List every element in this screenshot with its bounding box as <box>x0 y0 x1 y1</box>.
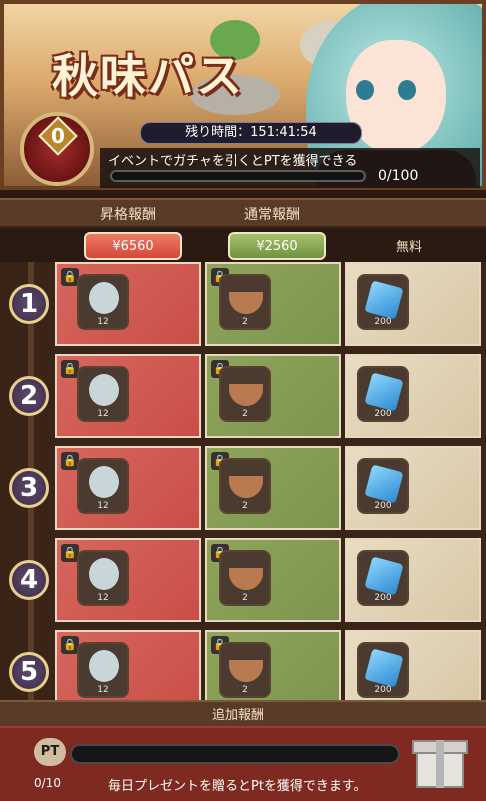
item-quantity: 12 <box>97 501 109 511</box>
normal-reward-cell[interactable]: 🔒 2 <box>205 538 341 622</box>
reward-header-bar <box>0 198 486 228</box>
item-quantity: 2 <box>242 685 248 695</box>
soup-bowl-icon: 2 <box>219 550 271 606</box>
item-quantity: 12 <box>97 593 109 603</box>
remaining-time: 残り時間：151:41:54 <box>140 122 362 144</box>
free-reward-cell[interactable]: 200 <box>345 262 481 346</box>
character-eye-left <box>356 80 374 100</box>
blue-gem-icon: 200 <box>357 274 409 330</box>
normal-price-button[interactable]: ¥2560 <box>228 232 326 260</box>
reward-row: 3 🔒 12 🔒 2 200 <box>0 446 486 536</box>
item-quantity: 2 <box>242 317 248 327</box>
level-number: 1 <box>9 284 49 324</box>
free-reward-cell[interactable]: 200 <box>345 354 481 438</box>
blue-gem-icon: 200 <box>357 642 409 698</box>
reward-row: 2 🔒 12 🔒 2 200 <box>0 354 486 444</box>
pt-progress-text: 0/100 <box>378 168 419 184</box>
bonus-reward-label: 追加報酬 <box>212 708 265 723</box>
bonus-pt-badge: PT <box>34 738 66 766</box>
premium-reward-cell[interactable]: 🔒 12 <box>55 538 201 622</box>
item-quantity: 200 <box>374 501 392 511</box>
level-number: 4 <box>9 560 49 600</box>
reward-row: 1 🔒 12 🔒 2 200 <box>0 262 486 352</box>
bonus-progress-count: 0/10 <box>34 776 61 790</box>
character-portrait-icon: 12 <box>77 366 129 422</box>
normal-reward-cell[interactable]: 🔒 2 <box>205 354 341 438</box>
battle-pass-screen: 秋味パス 0 残り時間：151:41:54 イベントでガチャを引くとPTを獲得で… <box>0 0 486 801</box>
premium-price-button[interactable]: ¥6560 <box>84 232 182 260</box>
item-quantity: 2 <box>242 409 248 419</box>
item-quantity: 12 <box>97 685 109 695</box>
bonus-description: 毎日プレゼントを贈るとPtを獲得できます。 <box>108 779 367 794</box>
gift-box-icon[interactable] <box>410 734 470 792</box>
bonus-progress-bar <box>70 744 400 764</box>
soup-bowl-icon: 2 <box>219 642 271 698</box>
pt-progress-bar <box>110 170 366 182</box>
soup-bowl-icon: 2 <box>219 274 271 330</box>
item-quantity: 200 <box>374 593 392 603</box>
item-quantity: 200 <box>374 409 392 419</box>
item-quantity: 200 <box>374 685 392 695</box>
item-quantity: 2 <box>242 593 248 603</box>
premium-reward-label: 昇格報酬 <box>100 207 156 223</box>
item-quantity: 200 <box>374 317 392 327</box>
free-reward-label: 無料 <box>396 240 423 255</box>
pt-level-value: 0 <box>51 124 65 148</box>
premium-reward-cell[interactable]: 🔒 12 <box>55 354 201 438</box>
character-portrait-icon: 12 <box>77 274 129 330</box>
premium-reward-cell[interactable]: 🔒 12 <box>55 446 201 530</box>
character-portrait-icon: 12 <box>77 642 129 698</box>
level-number: 2 <box>9 376 49 416</box>
character-portrait-icon: 12 <box>77 458 129 514</box>
item-quantity: 2 <box>242 501 248 511</box>
level-number: 3 <box>9 468 49 508</box>
mission-text: イベントでガチャを引くとPTを獲得できる <box>108 154 358 169</box>
event-title: 秋味パス <box>52 49 244 103</box>
blue-gem-icon: 200 <box>357 550 409 606</box>
soup-bowl-icon: 2 <box>219 366 271 422</box>
free-reward-cell[interactable]: 200 <box>345 538 481 622</box>
blue-gem-icon: 200 <box>357 458 409 514</box>
character-eye-right <box>398 80 416 100</box>
item-quantity: 12 <box>97 409 109 419</box>
blue-gem-icon: 200 <box>357 366 409 422</box>
premium-reward-cell[interactable]: 🔒 12 <box>55 262 201 346</box>
normal-reward-label: 通常報酬 <box>244 207 300 223</box>
character-portrait-icon: 12 <box>77 550 129 606</box>
level-number: 5 <box>9 652 49 692</box>
reward-row: 4 🔒 12 🔒 2 200 <box>0 538 486 628</box>
item-quantity: 12 <box>97 317 109 327</box>
free-reward-cell[interactable]: 200 <box>345 446 481 530</box>
normal-reward-cell[interactable]: 🔒 2 <box>205 262 341 346</box>
soup-bowl-icon: 2 <box>219 458 271 514</box>
normal-reward-cell[interactable]: 🔒 2 <box>205 446 341 530</box>
